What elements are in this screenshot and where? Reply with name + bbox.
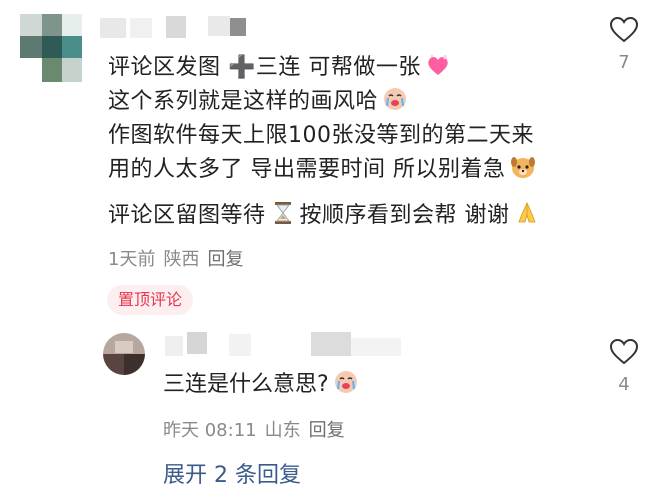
reply-location: 山东 <box>264 420 301 441</box>
heart-outline-icon[interactable] <box>609 338 639 366</box>
comment-line: 评论区留图等待 按顺序看到会帮 谢谢 <box>108 200 540 232</box>
sparkle-heart-emoji <box>428 54 448 75</box>
like-button[interactable]: 4 <box>606 338 642 395</box>
folded-hands-emoji <box>517 202 536 223</box>
reply-time: 昨天 08:11 <box>163 420 257 441</box>
comment-line: 作图软件每天上限100张没等到的第二天来 <box>108 123 534 148</box>
crying-face-emoji <box>384 88 407 110</box>
comment-line: 评论区发图 ➕三连 可帮做一张 <box>108 52 451 84</box>
username[interactable] <box>165 332 405 358</box>
like-count: 4 <box>618 374 630 395</box>
pinned-badge: 置顶评论 <box>107 285 194 315</box>
crying-face-emoji <box>334 371 357 393</box>
puppy-face-emoji <box>510 157 535 178</box>
reply-link[interactable]: 回复 <box>309 420 345 441</box>
expand-replies-link[interactable]: 展开 2 条回复 <box>163 457 301 489</box>
comment-line: 用的人太多了 导出需要时间 所以别着急 <box>108 154 536 186</box>
username[interactable] <box>100 14 250 40</box>
like-count: 7 <box>618 52 630 73</box>
comment-meta: 1天前 陕西 回复 <box>108 245 251 271</box>
like-button[interactable]: 7 <box>606 16 642 73</box>
hourglass-emoji <box>274 202 291 224</box>
reply-meta: 昨天 08:11 山东 回复 <box>163 416 353 442</box>
reply-text: 三连是什么意思? <box>163 369 359 401</box>
avatar[interactable] <box>20 14 82 82</box>
heart-outline-icon[interactable] <box>609 16 639 44</box>
reply-link[interactable]: 回复 <box>207 249 243 270</box>
comment-line: 这个系列就是这样的画风哈 <box>108 86 408 118</box>
comment-location: 陕西 <box>163 249 200 270</box>
comment-time: 1天前 <box>108 249 156 270</box>
avatar[interactable] <box>103 333 145 375</box>
